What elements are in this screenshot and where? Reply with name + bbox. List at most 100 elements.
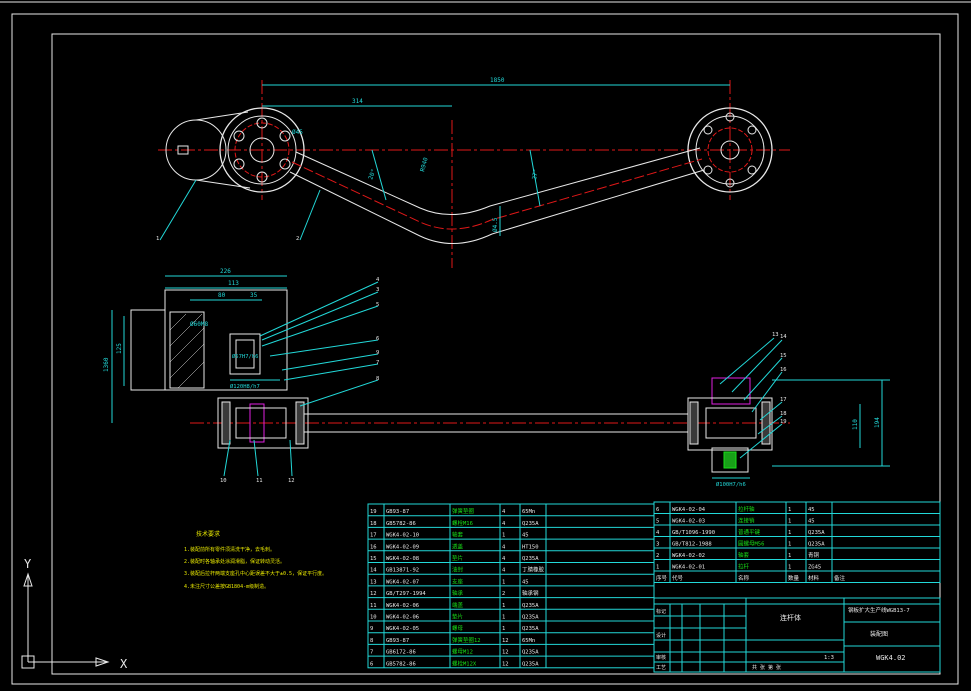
bom-right-cell-code: WGK4-02-01 [672, 565, 705, 571]
tech-notes: 技术要求 1.装配前所有零件须清洗干净，去毛刺。 2.装配时各轴承处涂润滑脂，保… [184, 530, 327, 590]
bom-right-cell-name: 拉杆轴 [738, 505, 755, 513]
dim-bottom-left-text: Ø120H8/h7 [230, 383, 260, 390]
dim-overall-text: 1850 [490, 77, 505, 84]
dim-left-h2-text: 125 [116, 343, 123, 354]
bom-left-cell-no: 16 [370, 544, 377, 550]
balloon-14: 14 [780, 334, 787, 340]
leaders-left [223, 281, 379, 477]
bom-right-cell-no: 5 [656, 519, 659, 525]
bom-header-mat: 材料 [808, 574, 820, 582]
tech-note-2: 2.装配时各轴承处涂润滑脂，保证转动灵活。 [184, 558, 285, 565]
dim-left-w4-text: 35 [250, 292, 258, 299]
dim-right-h2-text: 194 [874, 417, 881, 428]
bom-left-cell-qty: 2 [502, 591, 505, 597]
bom-left-cell-mat: Q235A [522, 650, 539, 656]
balloon-3: 3 [376, 287, 379, 293]
bom-left-table: 19 GB93-87 弹簧垫圈 4 65Mn18 GB5782-86 螺栓M16 4 Q235A… [367, 503, 655, 669]
cad-drawing-canvas[interactable]: 1850 314 20° R940 27° Ø4.5 Ø45 226 113 8… [0, 0, 971, 691]
bom-left-cell-no: 18 [370, 521, 377, 527]
title-row-a: 标记 [656, 608, 666, 615]
bom-left-cell-name: 垫片 [452, 613, 463, 621]
bom-left-cell-mat: 45 [522, 579, 529, 585]
bom-right-cell-qty: 1 [788, 542, 791, 548]
title-row-c: 审核 [656, 654, 666, 661]
bom-left-cell-mat: 轴承钢 [522, 589, 539, 597]
bom-left-cell-mat: 45 [522, 533, 529, 539]
bom-left-cell-mat: Q235A [522, 626, 539, 632]
bom-right-cell-code: GB/T1096-1990 [672, 530, 715, 536]
tech-note-1: 1.装配前所有零件须清洗干净，去毛刺。 [184, 546, 275, 553]
dim-mid-text: Ø4.5 [492, 217, 499, 232]
balloon-5: 5 [376, 302, 379, 308]
bom-left-cell-code: GB93-87 [386, 638, 409, 644]
balloon-9: 9 [376, 350, 379, 356]
drawing-outer-frame [11, 13, 959, 685]
balloon-15: 15 [780, 353, 787, 359]
right-flange-bolt2 [761, 401, 771, 445]
bom-left-cell-name: 螺栓M16 [452, 519, 473, 527]
title-assembly: 连杆体 [780, 613, 801, 622]
bom-right-cell-qty: 1 [788, 553, 791, 559]
balloon-17: 17 [780, 397, 787, 403]
bom-left-cell-no: 15 [370, 556, 377, 562]
bom-right-cell-code: WGK4-02-03 [672, 519, 705, 525]
bom-left-cell-name: 垫片 [452, 554, 463, 562]
bom-left-cell-mat: Q235A [522, 615, 539, 621]
bom-right-cell-no: 2 [656, 553, 659, 559]
dim-label-k: Ø45 [292, 129, 303, 136]
ucs-icon: Y X [21, 557, 128, 671]
tech-note-3: 3.装配后拉杆两端支座孔中心距误差不大于±0.5，保证平行度。 [184, 570, 327, 577]
tech-notes-title: 技术要求 [196, 530, 220, 538]
bom-right-cell-mat: 45 [808, 519, 815, 525]
bom-header-remark: 备注 [834, 574, 846, 582]
leader-2 [299, 189, 321, 241]
bom-left-cell-name: 透盖 [452, 542, 464, 550]
title-drawing-no: WGK4.02 [876, 654, 906, 662]
bom-right-cell-mat: Q235A [808, 530, 825, 536]
bom-left-cell-no: 8 [370, 638, 373, 644]
bom-left-cell-name: 油封 [452, 566, 464, 574]
title-block-grid-left [654, 604, 746, 672]
bom-right-cell-name: 轴套 [738, 551, 750, 559]
title-sheet: 共 张 第 张 [752, 664, 781, 671]
balloon-6: 6 [376, 336, 379, 342]
bom-left-cell-qty: 4 [502, 568, 506, 574]
bom-left-cell-name: 轴套 [452, 531, 464, 539]
title-row-d: 工艺 [656, 665, 666, 671]
bom-header-qty: 数量 [788, 574, 800, 582]
bom-left-cell-qty: 1 [502, 533, 505, 539]
bom-right-cell-qty: 1 [788, 507, 791, 513]
bom-right-table: 6 WGK4-02-04 拉杆轴 1 45 5 WGK4-02-03 连接销 1 45 4 GB/T1… [653, 501, 941, 583]
bom-left-cell-qty: 4 [502, 556, 506, 562]
bom-right-cell-no: 4 [656, 530, 660, 536]
bom-left-cell-code: GB5782-86 [386, 521, 416, 527]
bom-left-cell-name: 螺栓M12X [452, 659, 477, 667]
bom-left-cell-no: 14 [370, 568, 377, 574]
bom-left-cell-no: 9 [370, 626, 373, 632]
bom-left-cell-qty: 12 [502, 638, 509, 644]
bom-left-cell-no: 6 [370, 661, 373, 667]
ucs-x-label: X [120, 657, 128, 671]
bom-left-cell-name: 支座 [452, 577, 464, 585]
top-view: 1850 314 20° R940 27° Ø4.5 Ø45 [158, 77, 790, 268]
bom-header-code: 代号 [672, 574, 684, 582]
bom-left-cell-no: 7 [370, 650, 373, 656]
dim-fit-left-text: Ø57H7/h6 [232, 353, 259, 360]
bom-left-cell-code: GB93-87 [386, 509, 409, 515]
bom-left-cell-code: WGK4-02-06 [386, 615, 419, 621]
bom-right-cell-qty: 1 [788, 565, 791, 571]
bom-right-cell-mat: ZG45 [808, 565, 821, 571]
bom-left-cell-mat: Q235A [522, 603, 539, 609]
bom-left-cell-qty: 4 [502, 544, 506, 550]
bom-left-cell-qty: 1 [502, 579, 505, 585]
ucs-y-label: Y [24, 557, 32, 571]
bom-left-cell-qty: 1 [502, 603, 505, 609]
bom-left-cell-no: 10 [370, 615, 377, 621]
bom-left-cell-code: GB/T297-1994 [386, 591, 426, 597]
bom-left-cell-qty: 4 [502, 509, 506, 515]
bom-left-cell-mat: 丁腈橡胶 [522, 566, 545, 574]
title-row-b: 设计 [656, 632, 666, 639]
balloon-11: 11 [256, 478, 263, 484]
tech-note-4: 4.未注尺寸公差按GB1804-m级制造。 [184, 583, 269, 590]
bom-right-cell-code: GB/T812-1988 [672, 542, 712, 548]
